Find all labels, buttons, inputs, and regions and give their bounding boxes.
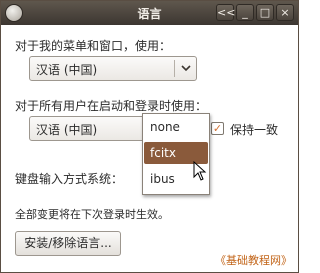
keep-same-label[interactable]: 保持一致 bbox=[230, 121, 278, 138]
option-none[interactable]: none bbox=[144, 116, 208, 138]
all-users-language-value: 汉语 (中国) bbox=[36, 123, 98, 137]
install-remove-languages-button[interactable]: 安装/移除语言... bbox=[15, 231, 121, 256]
maximize-button[interactable]: □ bbox=[256, 4, 274, 21]
menus-language-value: 汉语 (中国) bbox=[36, 63, 98, 77]
window-controls: << _ □ × bbox=[216, 4, 294, 21]
title-bar: 语言 << _ □ × bbox=[1, 1, 298, 25]
minimize-button[interactable]: _ bbox=[236, 4, 254, 21]
keep-same-checkbox[interactable]: ✓ bbox=[211, 122, 224, 135]
input-method-dropdown: none fcitx ibus bbox=[142, 113, 210, 195]
language-dialog: 语言 << _ □ × 对于我的菜单和窗口，使用： 汉语 (中国) 对于所有用户… bbox=[0, 0, 299, 273]
chevron-down-icon bbox=[181, 65, 191, 72]
shade-button[interactable]: << bbox=[216, 4, 235, 21]
restart-note: 全部变更将在下次登录时生效。 bbox=[15, 208, 169, 221]
all-users-language-label: 对于所有用户在启动和登录时使用： bbox=[15, 99, 208, 113]
menus-language-label: 对于我的菜单和窗口，使用： bbox=[15, 39, 172, 53]
watermark: 《基础教程网》 bbox=[215, 254, 292, 267]
mouse-pointer-icon bbox=[193, 161, 207, 181]
input-method-label: 键盘输入方式系统： bbox=[15, 172, 124, 186]
menus-language-combo[interactable]: 汉语 (中国) bbox=[29, 56, 197, 81]
combo-separator bbox=[174, 60, 175, 77]
close-button[interactable]: × bbox=[276, 4, 294, 21]
